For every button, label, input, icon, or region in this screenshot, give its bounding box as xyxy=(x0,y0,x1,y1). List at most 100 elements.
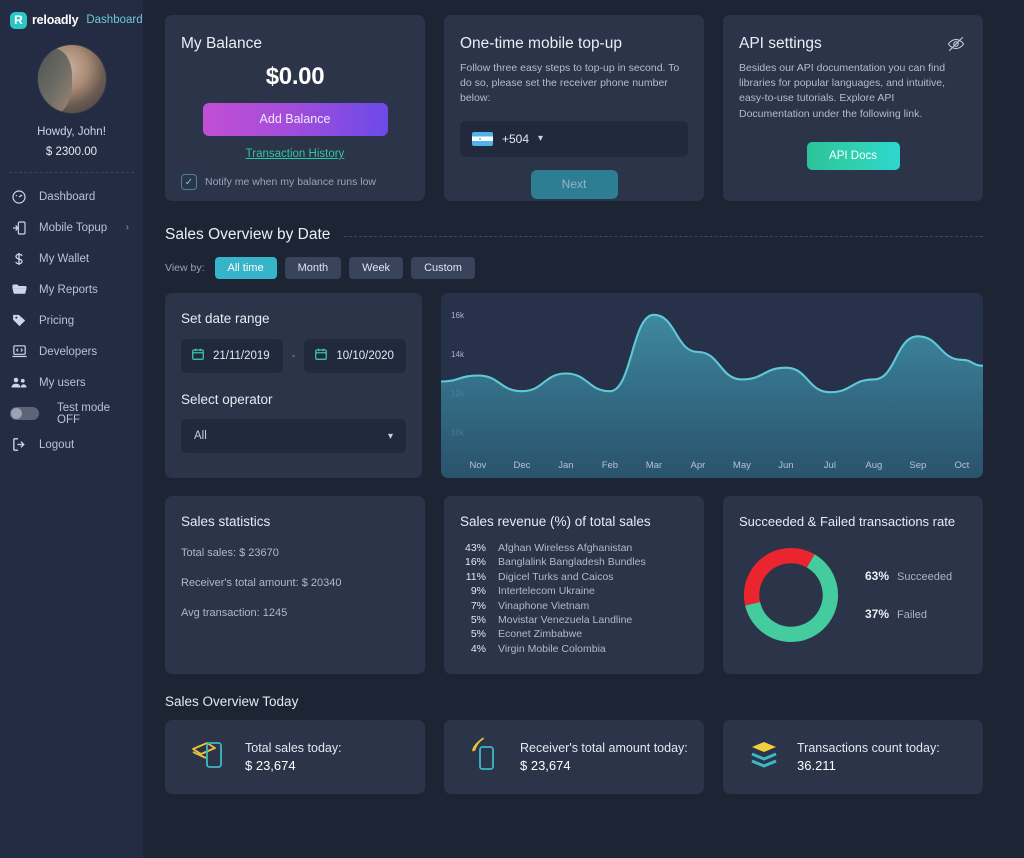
stat-total-sales: Total sales: $ 23670 xyxy=(181,547,279,559)
sidebar-item-pricing[interactable]: Pricing xyxy=(0,305,143,336)
legend-percent: 37% xyxy=(865,607,890,621)
balance-amount: $0.00 xyxy=(265,63,325,90)
profile-block: Howdy, John! $ 2300.00 xyxy=(0,31,143,158)
stat-receivers-total: Receiver's total amount: $ 20340 xyxy=(181,577,342,589)
transactions-count-today-card: Transactions count today: 36.211 xyxy=(723,720,983,794)
toggle-off-icon[interactable] xyxy=(10,407,39,420)
today-section-title: Sales Overview Today xyxy=(165,694,299,709)
mid-row: Set date range 21/11/2019 - 10/10/2020 S… xyxy=(165,293,983,478)
revenue-percent: 43% xyxy=(464,542,486,554)
filter-week[interactable]: Week xyxy=(349,257,404,279)
chevron-down-icon: ▾ xyxy=(538,133,544,145)
chart-x-tick-label: Oct xyxy=(954,460,969,471)
users-icon xyxy=(10,374,28,392)
revenue-operator-name: Intertelecom Ukraine xyxy=(498,585,595,598)
chart-x-tick-label: Dec xyxy=(513,460,530,471)
donut-chart xyxy=(743,547,839,643)
date-separator: - xyxy=(291,350,296,362)
list-item: 5% Econet Zimbabwe xyxy=(460,627,688,641)
chevron-right-icon: › xyxy=(125,222,129,233)
list-item: 7% Vinaphone Vietnam xyxy=(460,599,688,613)
sidebar-item-my-wallet[interactable]: My Wallet xyxy=(0,243,143,274)
sidebar-item-logout[interactable]: Logout xyxy=(0,429,143,460)
tag-icon xyxy=(10,312,28,330)
start-date-field[interactable]: 21/11/2019 xyxy=(181,339,283,373)
revenue-percent: 5% xyxy=(470,628,486,641)
sales-overview-header: Sales Overview by Date xyxy=(165,226,983,244)
brand-name: reloadly xyxy=(32,13,79,27)
list-item: 9% Intertelecom Ukraine xyxy=(460,584,688,598)
sidebar-item-developers[interactable]: Developers xyxy=(0,336,143,367)
list-item: 4% Virgin Mobile Colombia xyxy=(460,642,688,656)
card-title: Succeeded & Failed transactions rate xyxy=(739,514,956,529)
logout-icon xyxy=(10,436,28,454)
today-card-text: Transactions count today: 36.211 xyxy=(797,739,940,776)
donut-section: 63% Succeeded 37% Failed xyxy=(739,543,967,647)
card-title: My Balance xyxy=(181,35,262,52)
phone-country-select[interactable]: +504 ▾ xyxy=(460,120,688,157)
sidebar-item-my-reports[interactable]: My Reports xyxy=(0,274,143,305)
legend-percent: 63% xyxy=(865,569,890,583)
add-balance-button[interactable]: Add Balance xyxy=(202,103,388,136)
filter-all-time[interactable]: All time xyxy=(214,257,277,279)
notify-row[interactable]: ✓ Notify me when my balance runs low xyxy=(181,174,409,190)
sidebar-item-my-users[interactable]: My users xyxy=(0,367,143,398)
revenue-operator-name: Digicel Turks and Caicos xyxy=(498,570,614,583)
chart-x-tick-label: Jul xyxy=(824,460,836,471)
receivers-total-today-card: Receiver's total amount today: $ 23,674 xyxy=(444,720,704,794)
sidebar-item-label: Logout xyxy=(39,438,75,451)
calendar-icon xyxy=(191,347,205,366)
avatar[interactable] xyxy=(37,45,106,113)
chart-x-tick-label: Feb xyxy=(602,460,618,471)
start-date-value: 21/11/2019 xyxy=(213,350,270,362)
sidebar-item-mobile-topup[interactable]: Mobile Topup › xyxy=(0,212,143,243)
my-balance-card: My Balance $0.00 Add Balance Transaction… xyxy=(165,15,425,201)
sidebar-item-dashboard[interactable]: Dashboard xyxy=(0,181,143,212)
today-card-text: Total sales today: $ 23,674 xyxy=(245,739,342,776)
filter-month[interactable]: Month xyxy=(284,257,342,279)
notify-checkbox[interactable]: ✓ xyxy=(181,174,197,190)
revenue-percent: 11% xyxy=(465,570,486,583)
chart-x-tick-label: Jun xyxy=(778,460,793,471)
operator-select[interactable]: All ▾ xyxy=(181,419,406,453)
top-cards-row: My Balance $0.00 Add Balance Transaction… xyxy=(165,15,983,201)
card-title: Sales statistics xyxy=(181,514,271,529)
calendar-icon xyxy=(314,347,328,366)
gauge-icon xyxy=(10,188,28,206)
transactions-rate-card: Succeeded & Failed transactions rate 63%… xyxy=(723,496,983,674)
legend-spacer xyxy=(865,583,952,607)
legend-succeeded: 63% Succeeded xyxy=(865,569,952,583)
section-title: Sales Overview by Date xyxy=(165,226,331,243)
transaction-history-link[interactable]: Transaction History xyxy=(181,148,409,160)
sidebar-balance: $ 2300.00 xyxy=(45,146,98,158)
revenue-percent: 16% xyxy=(464,556,486,569)
honduras-flag-icon xyxy=(472,131,493,146)
greeting-text: Howdy, John! xyxy=(37,126,106,138)
sidebar-nav: Dashboard Mobile Topup › My Wallet My Re… xyxy=(0,181,143,460)
revenue-operator-name: Banglalink Bangladesh Bundles xyxy=(498,556,646,569)
revenue-operator-name: Afghan Wireless Afghanistan xyxy=(498,542,633,554)
next-button[interactable]: Next xyxy=(530,169,618,199)
header-rule xyxy=(344,236,983,237)
chart-x-tick-label: Sep xyxy=(909,460,926,471)
card-description: Follow three easy steps to top-up in sec… xyxy=(460,62,680,105)
notify-label: Notify me when my balance runs low xyxy=(205,176,376,188)
sales-statistics-card: Sales statistics Total sales: $ 23670 Re… xyxy=(165,496,425,674)
eye-off-icon[interactable] xyxy=(947,35,965,58)
brand-logo[interactable]: R reloadly Dashboard xyxy=(0,9,143,31)
revenue-percent: 7% xyxy=(470,599,486,612)
main-content: My Balance $0.00 Add Balance Transaction… xyxy=(143,0,1024,858)
filter-custom[interactable]: Custom xyxy=(411,257,475,279)
sidebar: R reloadly Dashboard Howdy, John! $ 2300… xyxy=(0,0,143,858)
api-docs-button[interactable]: API Docs xyxy=(806,141,900,170)
sidebar-item-test-mode[interactable]: Test mode OFF xyxy=(0,398,143,429)
revenue-operator-name: Virgin Mobile Colombia xyxy=(498,642,606,655)
chart-y-tick-label: 16k xyxy=(451,311,465,320)
revenue-operator-name: Econet Zimbabwe xyxy=(498,628,583,641)
total-sales-today-card: Total sales today: $ 23,674 xyxy=(165,720,425,794)
sidebar-item-label: My Wallet xyxy=(39,252,90,265)
today-label: Total sales today: xyxy=(245,740,342,755)
lower-cards-row: Sales statistics Total sales: $ 23670 Re… xyxy=(165,496,983,674)
end-date-field[interactable]: 10/10/2020 xyxy=(304,339,407,373)
card-description: Besides our API documentation you can fi… xyxy=(739,62,946,120)
